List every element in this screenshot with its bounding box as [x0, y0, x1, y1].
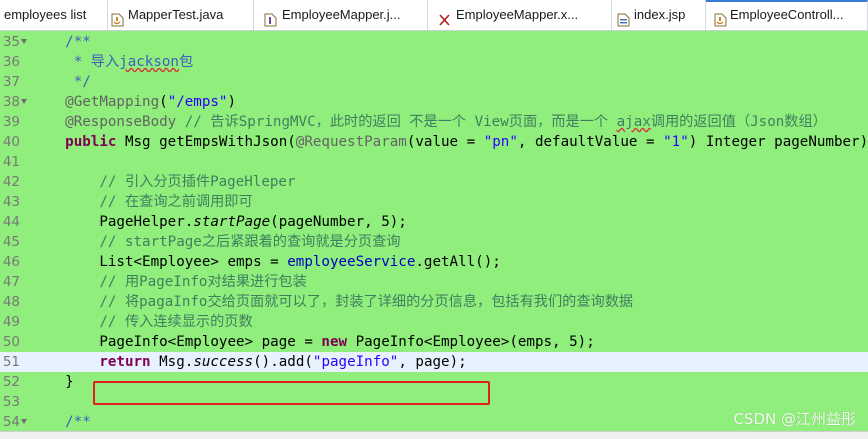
java-interface-icon: [264, 8, 277, 27]
code-line[interactable]: 49 // 传入连续显示的页数: [0, 312, 868, 332]
line-number: 49: [2, 314, 20, 330]
line-number: 54: [2, 414, 20, 430]
tab-label: index.jsp: [634, 7, 686, 22]
code-text: // 引入分页插件PageHleper: [31, 174, 296, 190]
fold-marker-icon[interactable]: [21, 37, 28, 47]
code-text: List<Employee> emps = employeeService.ge…: [31, 254, 501, 270]
code-line[interactable]: 42 // 引入分页插件PageHleper: [0, 172, 868, 192]
fold-marker-icon[interactable]: [21, 97, 28, 107]
code-line[interactable]: 43 // 在查询之前调用即可: [0, 192, 868, 212]
code-line[interactable]: 37 */: [0, 72, 868, 92]
code-text: }: [31, 374, 74, 390]
code-line[interactable]: 40 public Msg getEmpsWithJson(@RequestPa…: [0, 132, 868, 152]
code-line[interactable]: 51 return Msg.success().add("pageInfo", …: [0, 352, 868, 372]
line-number: 52: [2, 374, 20, 390]
code-text: */: [31, 74, 91, 90]
line-number: 48: [2, 294, 20, 310]
tab-index-jsp[interactable]: index.jsp: [612, 0, 706, 30]
fold-marker-icon[interactable]: [21, 417, 28, 427]
code-text: /**: [31, 34, 91, 50]
editor-tab-bar: employees list MapperTest.java EmployeeM…: [0, 0, 868, 31]
java-file-icon: [111, 8, 124, 27]
line-number: 50: [2, 334, 20, 350]
code-text: @GetMapping("/emps"): [65, 94, 237, 110]
code-text: // 用PageInfo对结果进行包装: [31, 274, 307, 290]
line-number: 44: [2, 214, 20, 230]
tab-label: EmployeeControll...: [730, 7, 844, 22]
line-number: 37: [2, 74, 20, 90]
code-text: /**: [31, 414, 91, 430]
code-text: // 在查询之前调用即可: [31, 194, 253, 210]
code-line[interactable]: 41: [0, 152, 868, 172]
tab-label: EmployeeMapper.j...: [282, 7, 401, 22]
line-number: 38: [2, 94, 20, 110]
line-number: 36: [2, 54, 20, 70]
line-number: 43: [2, 194, 20, 210]
tab-employeemapper-xml[interactable]: EmployeeMapper.x...: [428, 0, 612, 30]
code-text: * 导入jackson包: [31, 54, 194, 70]
code-text: return Msg.success().add("pageInfo", pag…: [99, 354, 467, 370]
horizontal-scrollbar[interactable]: [0, 431, 868, 439]
code-text: PageHelper.startPage(pageNumber, 5);: [31, 214, 407, 230]
tab-label: MapperTest.java: [128, 7, 224, 22]
code-line[interactable]: 45 // startPage之后紧跟着的查询就是分页查询: [0, 232, 868, 252]
tab-label: EmployeeMapper.x...: [456, 7, 579, 22]
line-number: 41: [2, 154, 20, 170]
java-file-icon: [714, 8, 727, 27]
line-number: 53: [2, 394, 20, 410]
line-number: 47: [2, 274, 20, 290]
line-number: 35: [2, 34, 20, 50]
code-text: // 传入连续显示的页数: [31, 314, 253, 330]
code-line[interactable]: 44 PageHelper.startPage(pageNumber, 5);: [0, 212, 868, 232]
tab-employeecontroller-java[interactable]: EmployeeControll...: [706, 0, 868, 30]
code-text: PageInfo<Employee> page = new PageInfo<E…: [31, 334, 595, 350]
tab-mappertest-java[interactable]: MapperTest.java: [108, 0, 254, 30]
watermark: CSDN @江州益彤: [733, 410, 856, 428]
code-line[interactable]: 46 List<Employee> emps = employeeService…: [0, 252, 868, 272]
code-line[interactable]: 47 // 用PageInfo对结果进行包装: [0, 272, 868, 292]
line-number: 40: [2, 134, 20, 150]
highlight-box: [93, 381, 490, 405]
line-number: 46: [2, 254, 20, 270]
line-number: 42: [2, 174, 20, 190]
tab-employeemapper-java[interactable]: EmployeeMapper.j...: [254, 0, 428, 30]
line-number: 39: [2, 114, 20, 130]
line-number: 51: [2, 354, 20, 370]
code-line[interactable]: 39 @ResponseBody // 告诉SpringMVC，此时的返回 不是…: [0, 112, 868, 132]
code-line[interactable]: 50 PageInfo<Employee> page = new PageInf…: [0, 332, 868, 352]
tab-employees-list[interactable]: employees list: [0, 0, 108, 30]
code-line[interactable]: 38 @GetMapping("/emps"): [0, 92, 868, 112]
code-text: // 将pagaInfo交给页面就可以了，封装了详细的分页信息，包括有我们的查询…: [31, 294, 634, 310]
jsp-file-icon: [617, 8, 630, 27]
code-line[interactable]: 35 /**: [0, 32, 868, 52]
code-text: @ResponseBody // 告诉SpringMVC，此时的返回 不是一个 …: [65, 114, 827, 130]
code-text: public Msg getEmpsWithJson(@RequestParam…: [65, 134, 868, 150]
code-editor[interactable]: 35 /** 36 * 导入jackson包 37 */38 @GetMapping…: [0, 31, 868, 431]
line-number: 45: [2, 234, 20, 250]
xml-file-icon: [438, 8, 451, 26]
code-text: // startPage之后紧跟着的查询就是分页查询: [31, 234, 401, 250]
code-line[interactable]: 36 * 导入jackson包: [0, 52, 868, 72]
tab-label: employees list: [4, 7, 87, 22]
code-line[interactable]: 48 // 将pagaInfo交给页面就可以了，封装了详细的分页信息，包括有我们…: [0, 292, 868, 312]
